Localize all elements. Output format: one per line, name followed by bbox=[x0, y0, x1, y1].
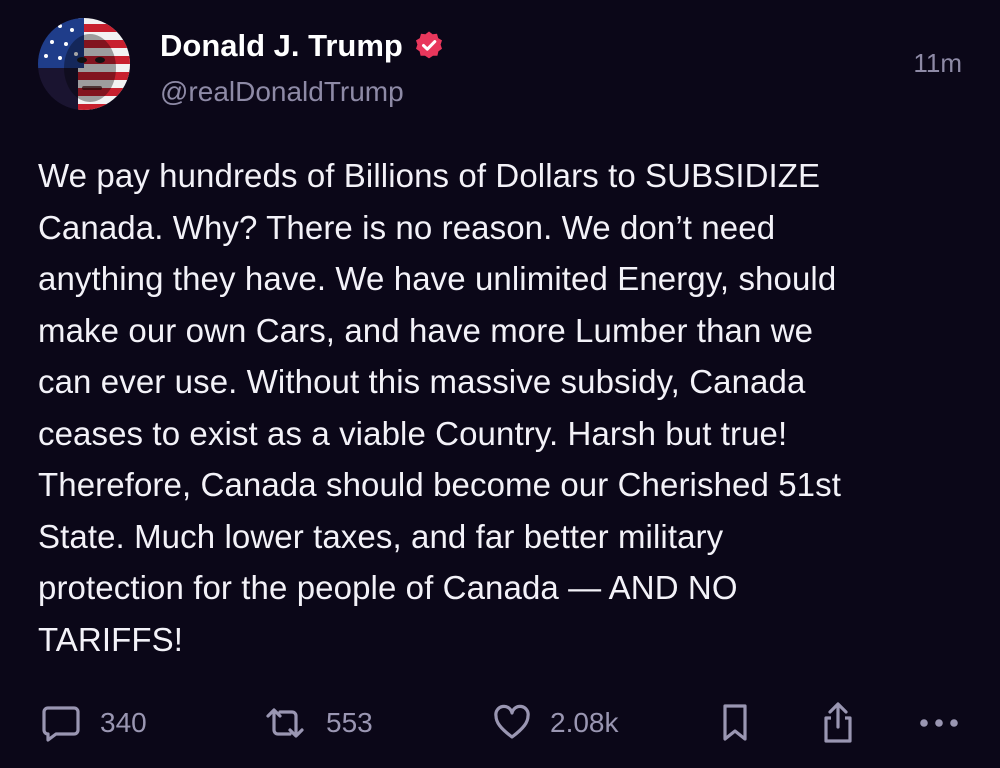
post-text-line: Therefore, Canada should become our Cher… bbox=[38, 466, 841, 503]
post-text-line: can ever use. Without this massive subsi… bbox=[38, 363, 806, 400]
post-text-line: We pay hundreds of Billions of Dollars t… bbox=[38, 157, 821, 194]
repost-arrows-icon bbox=[262, 702, 308, 744]
author-display-name[interactable]: Donald J. Trump bbox=[160, 26, 445, 66]
post-text-line: make our own Cars, and have more Lumber … bbox=[38, 311, 814, 349]
repost-button[interactable]: 553 bbox=[262, 696, 373, 750]
avatar-image bbox=[38, 18, 130, 110]
action-bar: 340 553 2.08k bbox=[0, 696, 1000, 750]
post-timestamp[interactable]: 11m bbox=[913, 46, 962, 80]
post-text-line: anything they have. We have unlimited En… bbox=[38, 260, 837, 297]
bookmark-icon bbox=[718, 702, 752, 744]
author-handle[interactable]: @realDonaldTrump bbox=[160, 74, 404, 110]
like-button[interactable]: 2.08k bbox=[492, 696, 619, 750]
reply-count: 340 bbox=[100, 707, 147, 738]
bookmark-button[interactable] bbox=[718, 696, 752, 750]
share-icon bbox=[818, 701, 858, 745]
post-text-line: ceases to exist as a viable Country. Har… bbox=[38, 414, 788, 452]
post-text-line: State. Much lower taxes, and far better … bbox=[38, 517, 724, 555]
like-count: 2.08k bbox=[550, 707, 619, 738]
post-card: Donald J. Trump @realDonaldTrump 11m We … bbox=[0, 0, 1000, 768]
reply-button[interactable]: 340 bbox=[40, 696, 147, 750]
more-dots-icon bbox=[918, 716, 960, 730]
more-options-button[interactable] bbox=[918, 696, 960, 750]
author-name-text: Donald J. Trump bbox=[160, 28, 403, 63]
verified-badge-icon bbox=[413, 30, 445, 62]
post-text-line: protection for the people of Canada — AN… bbox=[38, 569, 738, 606]
repost-count: 553 bbox=[326, 707, 373, 738]
post-text-line: TARIFFS! bbox=[38, 620, 184, 658]
post-text-line: Canada. Why? There is no reason. We don’… bbox=[38, 208, 776, 246]
share-button[interactable] bbox=[818, 696, 858, 750]
heart-icon bbox=[492, 703, 532, 743]
avatar[interactable] bbox=[38, 18, 130, 110]
post-body: We pay hundreds of Billions of Dollars t… bbox=[38, 150, 963, 665]
speech-bubble-icon bbox=[40, 702, 82, 744]
